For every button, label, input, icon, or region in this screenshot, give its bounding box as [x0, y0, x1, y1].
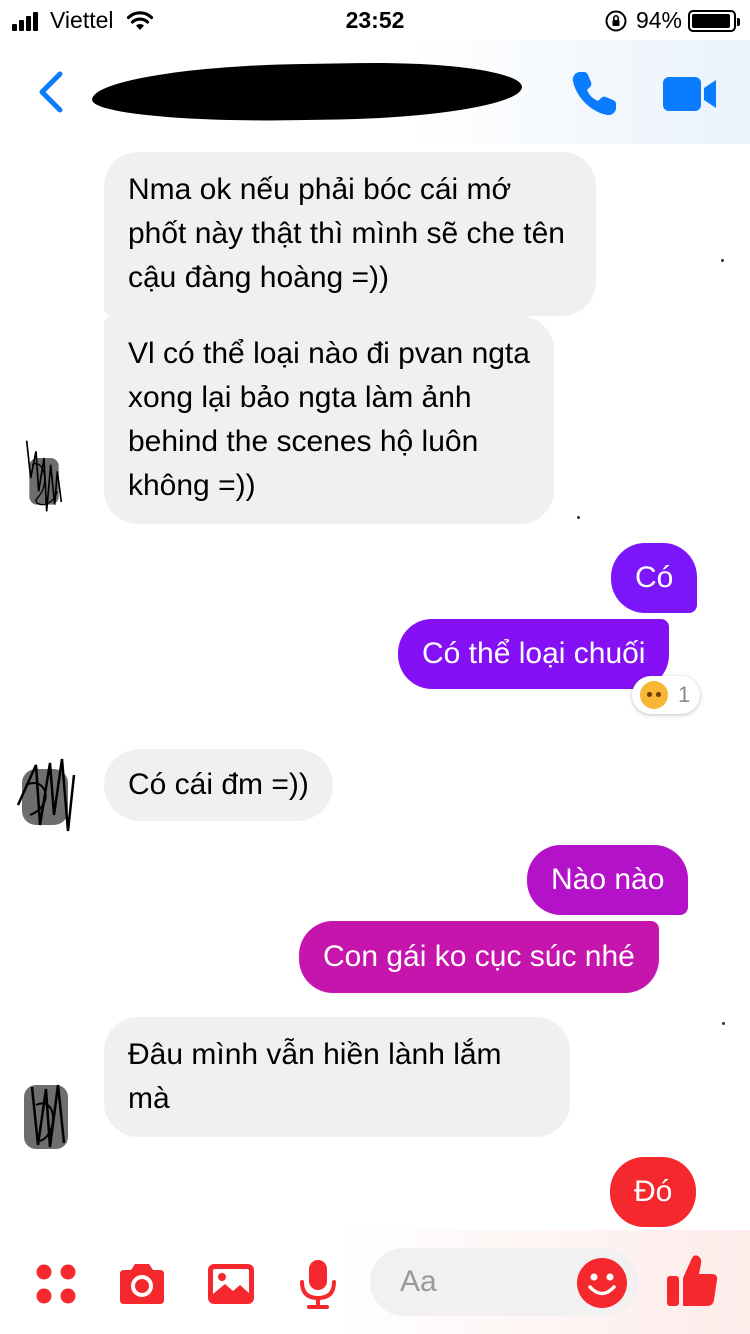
message-incoming[interactable]: Đâu mình vẫn hiền lành lắm mà	[104, 1017, 570, 1137]
contact-name[interactable]	[91, 56, 523, 126]
message-input-placeholder: Aa	[400, 1265, 437, 1298]
status-bar: Viettel 23:52 94%	[0, 0, 750, 40]
camera-icon[interactable]	[116, 1258, 168, 1310]
message-outgoing[interactable]: Con gái ko cục súc nhé	[299, 921, 659, 993]
battery-icon	[688, 9, 740, 32]
artifact-dot	[577, 516, 580, 519]
artifact-dot	[721, 259, 724, 262]
back-button[interactable]	[30, 68, 74, 116]
video-call-button[interactable]	[660, 70, 720, 118]
message-outgoing[interactable]: Đó	[610, 1157, 697, 1227]
chat-header	[0, 40, 750, 144]
artifact-dot	[722, 1022, 725, 1025]
phone-call-button[interactable]	[566, 66, 622, 122]
message-incoming[interactable]: Có cái đm =))	[104, 749, 333, 821]
status-right: 94%	[604, 7, 740, 34]
orientation-lock-icon	[605, 10, 627, 31]
microphone-icon[interactable]	[292, 1258, 344, 1310]
contact-avatar[interactable]	[14, 438, 74, 518]
contact-avatar[interactable]	[16, 755, 76, 835]
angry-face-icon	[640, 681, 668, 709]
battery-percent: 94%	[635, 7, 682, 33]
thumbs-up-icon[interactable]	[664, 1252, 720, 1310]
emoji-icon[interactable]	[575, 1256, 629, 1310]
message-incoming[interactable]: Nma ok nếu phải bóc cái mớ phốt này thật…	[104, 152, 596, 316]
message-outgoing[interactable]: Có thể loại chuối	[398, 619, 670, 689]
message-incoming[interactable]: Vl có thể loại nào đi pvan ngta xong lại…	[104, 316, 554, 524]
more-icon[interactable]	[30, 1258, 82, 1310]
message-reaction[interactable]: 1	[632, 676, 701, 714]
message-outgoing[interactable]: Nào nào	[527, 845, 689, 915]
photo-icon[interactable]	[205, 1258, 257, 1310]
message-outgoing[interactable]: Có	[611, 543, 698, 613]
contact-avatar[interactable]	[18, 1075, 78, 1155]
reaction-count: 1	[678, 682, 691, 707]
composer-bar: Aa	[0, 1230, 750, 1334]
contact-name-label	[92, 56, 522, 126]
